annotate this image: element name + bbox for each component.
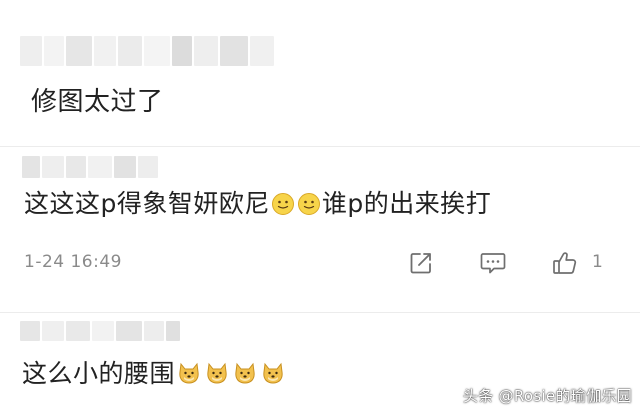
dog-face-emoji	[176, 360, 202, 394]
comment-text-part: 谁p的出来挨打	[321, 189, 492, 218]
like-count: 1	[592, 252, 603, 272]
blurred-username	[20, 36, 274, 66]
blurred-username	[20, 321, 180, 341]
reply-icon	[480, 253, 506, 274]
watermark: 头条 @Rosie的瑜伽乐园	[462, 387, 632, 405]
comment-item: 修图太过了	[0, 0, 640, 146]
comment-item: 这这这p得象智妍欧尼 谁p的出来挨打 1-24 16:49 1	[0, 147, 640, 312]
comment-text-part: 这么小的腰围	[22, 359, 176, 388]
dog-face-emoji	[232, 360, 258, 394]
slightly-smiling-face-emoji	[297, 192, 321, 224]
slightly-smiling-face-emoji	[271, 192, 295, 224]
dog-face-emoji	[204, 360, 230, 394]
share-button[interactable]	[404, 246, 438, 280]
thumbs-up-icon	[553, 252, 577, 274]
comment-text: 这么小的腰围	[22, 358, 287, 394]
comment-text-part: 这这这p得象智妍欧尼	[24, 189, 270, 218]
share-icon	[410, 253, 431, 274]
comment-thread: 修图太过了 这这这p得象智妍欧尼 谁p的出来挨打 1-24 16:49 1 这么…	[0, 0, 640, 414]
reply-button[interactable]	[476, 246, 510, 280]
timestamp: 1-24 16:49	[24, 252, 122, 272]
dog-face-emoji	[260, 360, 286, 394]
blurred-username	[22, 156, 158, 178]
like-button[interactable]	[548, 246, 582, 280]
comment-text: 这这这p得象智妍欧尼 谁p的出来挨打	[24, 188, 491, 224]
comment-meta: 1-24 16:49 1	[24, 246, 616, 280]
comment-text: 修图太过了	[31, 87, 164, 117]
